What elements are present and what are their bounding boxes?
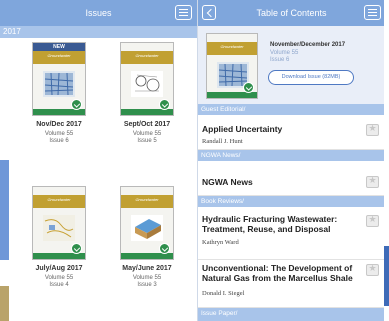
menu-icon[interactable] <box>364 5 381 20</box>
issue-volume: Volume 55 <box>44 275 74 281</box>
current-issue-header: Groundwater November/December 2017 Volum… <box>198 26 384 104</box>
article-title: Applied Uncertainty <box>202 124 283 134</box>
cover-diagram-image <box>131 71 163 97</box>
checkmark-badge-icon <box>243 82 254 93</box>
issue-name: Nov/Dec 2017 <box>36 121 82 128</box>
article-title: NGWA News <box>202 177 253 187</box>
issue-cover[interactable]: Groundwater <box>120 42 174 116</box>
toc-title: Table of Contents <box>256 8 327 18</box>
cover-map-image <box>43 215 75 241</box>
issue-name: July/Aug 2017 <box>35 265 83 272</box>
article-row[interactable]: Unconventional: The Development of Natur… <box>198 260 384 308</box>
issue-cover[interactable]: Groundwater <box>120 186 174 260</box>
checkmark-badge-icon <box>71 243 82 254</box>
new-badge: NEW <box>33 43 85 51</box>
article-title: Unconventional: The Development of Natur… <box>202 263 353 283</box>
scroll-edge-tab <box>384 246 389 306</box>
cover-map-image <box>43 71 75 97</box>
star-icon[interactable] <box>366 176 379 188</box>
issues-panel: Issues 2017 NEW Groundwater Nov/Dec 2017… <box>0 0 197 321</box>
current-issue-cover: Groundwater <box>206 33 258 99</box>
section-header-ngwa-news: NGWA News/ <box>198 150 384 161</box>
issue-number: Issue 4 <box>49 282 69 288</box>
issue-date: November/December 2017 <box>270 42 346 48</box>
article-author: Kathryn Ward <box>202 239 239 246</box>
article-author: Randall J. Hunt <box>202 138 243 145</box>
issue-volume: Volume 55 <box>270 50 299 56</box>
download-issue-button[interactable]: Download Issue (82MB) <box>268 70 354 85</box>
menu-icon[interactable] <box>175 5 192 20</box>
toc-panel: Table of Contents Groundwater November/D… <box>197 0 384 321</box>
checkmark-badge-icon <box>159 99 170 110</box>
issues-nav-bar: Issues <box>0 0 197 26</box>
toc-nav-bar: Table of Contents <box>198 0 384 26</box>
issue-volume: Volume 55 <box>132 131 162 137</box>
issue-number: Issue 5 <box>137 138 157 144</box>
year-section-header: 2017 <box>0 26 197 38</box>
cover-block-image <box>131 215 163 241</box>
cover-brand: Groundwater <box>135 53 159 58</box>
article-row[interactable]: NGWA News <box>198 161 384 196</box>
checkmark-badge-icon <box>71 99 82 110</box>
issue-cover[interactable]: NEW Groundwater <box>32 42 86 116</box>
star-icon[interactable] <box>366 124 379 136</box>
section-header-guest-editorial: Guest Editorial/ <box>198 104 384 115</box>
star-icon[interactable] <box>366 264 379 276</box>
article-title: Hydraulic Fracturing Wastewater: Treatme… <box>202 214 338 234</box>
issue-name: Sept/Oct 2017 <box>123 121 171 128</box>
cover-brand: Groundwater <box>220 44 244 49</box>
article-row[interactable]: Hydraulic Fracturing Wastewater: Treatme… <box>198 207 384 260</box>
issue-number: Issue 6 <box>49 138 69 144</box>
issue-name: May/June 2017 <box>122 265 172 272</box>
issue-volume: Volume 55 <box>44 131 74 137</box>
issue-number: Issue 6 <box>270 57 290 63</box>
article-row[interactable]: Applied Uncertainty Randall J. Hunt <box>198 115 384 150</box>
issue-volume: Volume 55 <box>132 275 162 281</box>
cover-brand: Groundwater <box>47 53 71 58</box>
article-author: Donald I. Siegel <box>202 290 245 297</box>
scroll-edge-tab <box>0 160 9 260</box>
section-header-book-reviews: Book Reviews/ <box>198 196 384 207</box>
cover-brand: Groundwater <box>135 197 159 202</box>
cover-brand: Groundwater <box>47 197 71 202</box>
star-icon[interactable] <box>366 215 379 227</box>
issue-cover[interactable]: Groundwater <box>32 186 86 260</box>
scroll-edge-tab <box>0 286 9 321</box>
section-header-issue-paper: Issue Paper/ <box>198 308 384 321</box>
checkmark-badge-icon <box>159 243 170 254</box>
issues-title: Issues <box>85 8 112 18</box>
issue-number: Issue 3 <box>137 282 157 288</box>
